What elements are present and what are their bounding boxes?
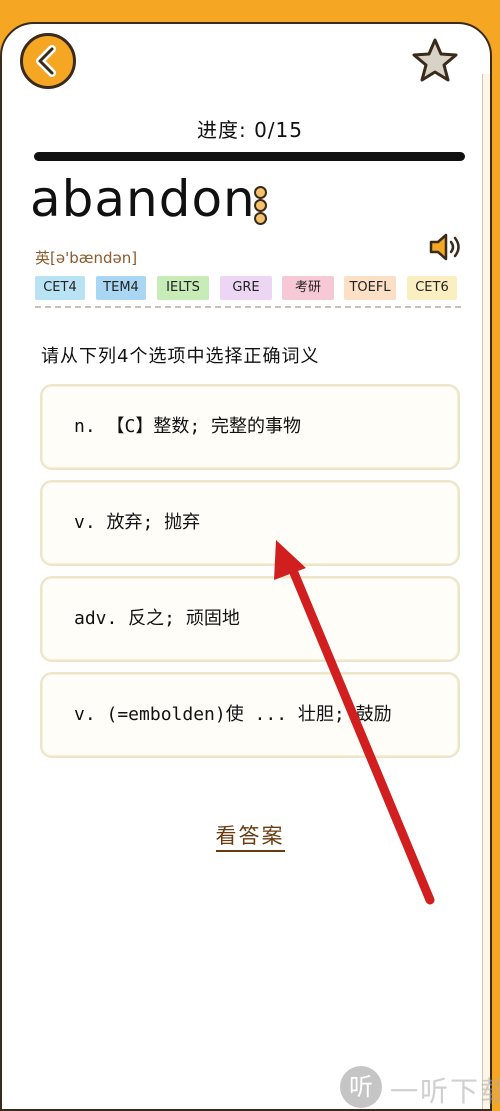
option-text: adv. 反之; 顽固地 [74, 608, 240, 629]
star-icon [412, 38, 458, 82]
watermark: 听 一听下载 [340, 1062, 500, 1108]
watermark-text: 一听下载 [390, 1075, 500, 1108]
progress-bar [34, 152, 465, 161]
tag-cet6: CET6 [407, 276, 457, 300]
speaker-icon[interactable] [428, 232, 464, 262]
tag-kaoyan: 考研 [282, 276, 334, 300]
quiz-instruction: 请从下列4个选项中选择正确词义 [41, 346, 320, 367]
phonetic: 英[ə'bændən] [35, 249, 138, 267]
card-edge [482, 74, 490, 1109]
chevron-left-icon [36, 45, 56, 77]
more-dots-icon[interactable] [254, 186, 272, 226]
option-1[interactable]: n. 【C】整数; 完整的事物 [40, 384, 460, 470]
dot [254, 199, 267, 212]
dot [254, 212, 267, 225]
option-3[interactable]: adv. 反之; 顽固地 [40, 576, 460, 662]
tag-cet4: CET4 [35, 276, 85, 300]
show-answer-wrap: 看答案 [0, 820, 500, 852]
option-2[interactable]: v. 放弃; 抛弃 [40, 480, 460, 566]
word-title: abandon [30, 170, 256, 228]
dot [254, 186, 267, 199]
tag-ielts: IELTS [157, 276, 209, 300]
divider [35, 306, 461, 308]
show-answer-link[interactable]: 看答案 [215, 824, 285, 852]
tag-gre: GRE [220, 276, 272, 300]
favorite-button[interactable] [410, 36, 460, 86]
option-text: v. (=embolden)使 ... 壮胆; 鼓励 [74, 704, 392, 725]
option-text: n. 【C】整数; 完整的事物 [74, 416, 302, 437]
option-4[interactable]: v. (=embolden)使 ... 壮胆; 鼓励 [40, 672, 460, 758]
tag-toefl: TOEFL [344, 276, 396, 300]
back-button[interactable] [20, 33, 76, 89]
tag-tem4: TEM4 [96, 276, 146, 300]
option-text: v. 放弃; 抛弃 [74, 512, 201, 533]
watermark-logo: 听 [340, 1066, 382, 1108]
progress-text: 进度: 0/15 [196, 118, 303, 142]
